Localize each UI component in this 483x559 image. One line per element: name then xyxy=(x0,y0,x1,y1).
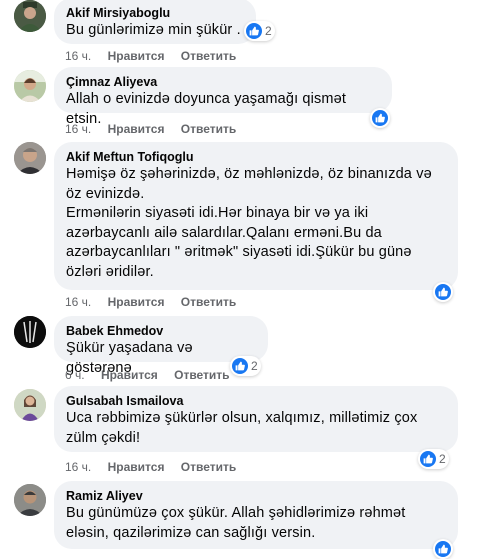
like-button[interactable]: Нравится xyxy=(108,294,165,310)
reply-button[interactable]: Ответить xyxy=(174,367,229,383)
comment-bubble: Babek Ehmedov Şükür yaşadana və göstərən… xyxy=(54,316,268,376)
like-icon xyxy=(372,110,388,126)
avatar[interactable] xyxy=(14,316,46,348)
comment-author[interactable]: Babek Ehmedov xyxy=(66,323,256,339)
comment-text: Bu günümüzə çox şükür. Allah şəhidlərimi… xyxy=(66,505,406,541)
user-photo-icon xyxy=(14,0,46,32)
comment-meta: 16 ч. Нравится Ответить xyxy=(65,294,249,310)
comment-text: Uca rəbbimizə şükürlər olsun, xalqımız, … xyxy=(66,410,418,446)
avatar[interactable] xyxy=(14,0,46,32)
reaction-count[interactable] xyxy=(433,539,453,559)
user-photo-icon xyxy=(14,389,46,421)
avatar[interactable] xyxy=(14,70,46,102)
reply-button[interactable]: Ответить xyxy=(181,459,236,475)
reply-button[interactable]: Ответить xyxy=(181,48,236,64)
comment-bubble: Akif Meftun Tofiqoglu Həmişə öz şəhərini… xyxy=(54,142,458,290)
comment-bubble: Gulsabah Ismailova Uca rəbbimizə şükürlə… xyxy=(54,386,458,452)
comment-author[interactable]: Akif Meftun Tofiqoglu xyxy=(66,149,446,165)
comment-time[interactable]: 16 ч. xyxy=(65,121,91,137)
like-icon xyxy=(435,284,451,300)
comment-author[interactable]: Çimnaz Aliyeva xyxy=(66,74,380,90)
reply-button[interactable]: Ответить xyxy=(181,294,236,310)
reaction-count[interactable]: 2 xyxy=(244,21,275,41)
reaction-count[interactable]: 2 xyxy=(418,449,449,469)
comment-author[interactable]: Akif Mirsiyaboglu xyxy=(66,5,244,21)
like-button[interactable]: Нравится xyxy=(101,367,158,383)
comment-time[interactable]: 16 ч. xyxy=(65,48,91,64)
comment-author[interactable]: Ramiz Aliyev xyxy=(66,488,446,504)
like-button[interactable]: Нравится xyxy=(108,459,165,475)
user-photo-icon xyxy=(14,316,46,348)
user-photo-icon xyxy=(14,484,46,516)
like-icon xyxy=(420,451,436,467)
avatar[interactable] xyxy=(14,142,46,174)
comment-time[interactable]: 6 ч. xyxy=(65,367,85,383)
like-icon xyxy=(246,23,262,39)
comment-bubble: Ramiz Aliyev Bu günümüzə çox şükür. Alla… xyxy=(54,481,458,549)
user-photo-icon xyxy=(14,142,46,174)
reaction-count[interactable] xyxy=(433,282,453,302)
comment-meta: 16 ч. Нравится Ответить xyxy=(65,121,249,137)
avatar[interactable] xyxy=(14,389,46,421)
comment-time[interactable]: 16 ч. xyxy=(65,294,91,310)
avatar[interactable] xyxy=(14,484,46,516)
comment-bubble: Çimnaz Aliyeva Allah o evinizdə doyunca … xyxy=(54,67,392,127)
comment-time[interactable]: 16 ч. xyxy=(65,459,91,475)
comment-text: Bu günlərimizə min şükür . xyxy=(66,22,241,38)
comment-meta: 16 ч. Нравится Ответить xyxy=(65,459,249,475)
reaction-count[interactable] xyxy=(370,108,390,128)
user-photo-icon xyxy=(14,70,46,102)
comment-meta: 16 ч. Нравится Ответить xyxy=(65,48,249,64)
like-button[interactable]: Нравится xyxy=(108,48,165,64)
like-button[interactable]: Нравится xyxy=(108,121,165,137)
comment-bubble: Akif Mirsiyaboglu Bu günlərimizə min şük… xyxy=(54,0,256,44)
comment-author[interactable]: Gulsabah Ismailova xyxy=(66,393,446,409)
comment-text: Həmişə öz şəhərinizdə, öz məhlənizdə, öz… xyxy=(66,166,432,280)
comment-meta: 6 ч. Нравится Ответить xyxy=(65,367,243,383)
reply-button[interactable]: Ответить xyxy=(181,121,236,137)
